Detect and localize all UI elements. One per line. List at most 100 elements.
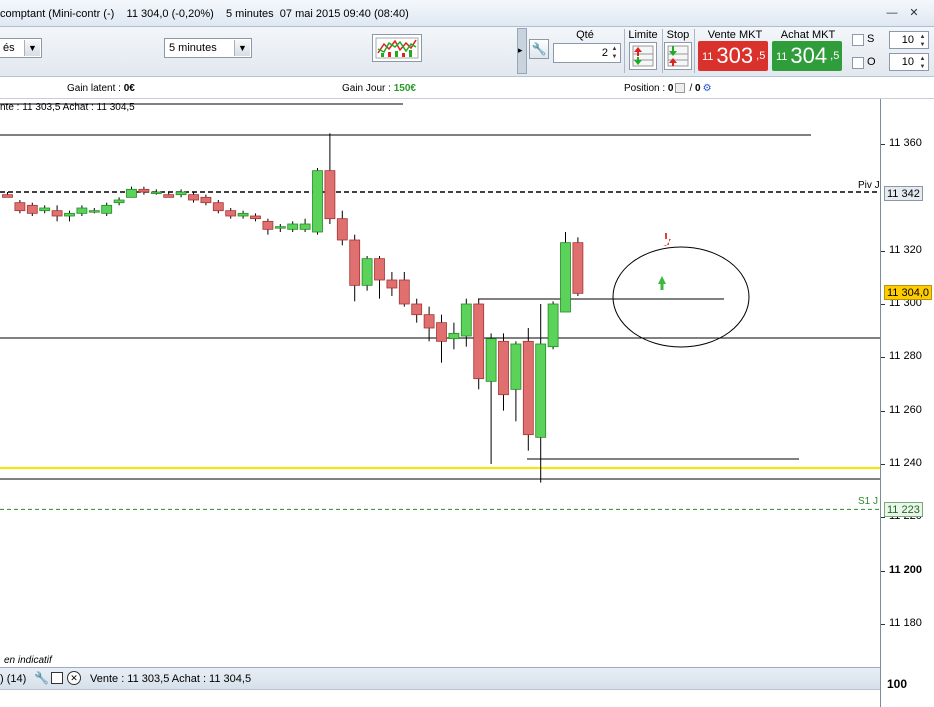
candle-body — [560, 242, 571, 313]
instrument-select-value: és — [3, 42, 15, 54]
latent-gain-label: Gain latent : — [67, 83, 124, 94]
price-axis-tick-mark — [881, 464, 885, 465]
chevron-down-icon: ▼ — [24, 40, 40, 56]
position-info: Position : 0/ 0 ⚙ — [624, 83, 712, 94]
divider — [624, 29, 625, 73]
price-axis-tick-mark — [881, 410, 885, 412]
price-axis-tick-mark — [881, 144, 885, 145]
instrument-select[interactable]: és ▼ — [0, 38, 42, 58]
day-gain: Gain Jour : 150€ — [342, 83, 416, 94]
price-axis: 11 360 11 320 11 300 11 280 11 260 11 240 11 2… — [880, 99, 934, 667]
candle-body — [274, 226, 286, 229]
sell-price-decimal: ,5 — [756, 50, 766, 62]
latent-gain-value: 0€ — [123, 83, 135, 94]
candle-body — [64, 212, 75, 217]
candle-body — [14, 202, 26, 212]
price-axis-tick: 11 360 — [889, 137, 922, 149]
gain-info-bar: Gain latent : 0€ Gain Jour : 150€ Positi… — [0, 77, 934, 99]
objective-distance-input[interactable]: 10 ▲ ▼ — [889, 53, 929, 71]
minimize-icon[interactable]: — — [885, 7, 899, 19]
bottom-quote: Vente : 11 303,5 Achat : 11 304,5 — [90, 673, 252, 685]
candle-body — [212, 202, 224, 212]
price-axis-tick-mark — [881, 517, 885, 519]
position-details-icon[interactable] — [675, 83, 686, 94]
price-axis-tick-mark — [881, 570, 885, 572]
highlight-ellipse — [612, 246, 750, 348]
indicator-axis-tick: 100 — [887, 677, 908, 691]
position-value: 0 — [667, 83, 674, 94]
limit-order-button[interactable] — [629, 42, 657, 70]
chevron-down-icon: ▼ — [234, 40, 250, 56]
chart-top-quote: nte : 11 303,5 Achat : 11 304,5 — [0, 102, 135, 113]
stop-spinner-icon[interactable]: ▲ ▼ — [918, 33, 927, 49]
candle-body — [336, 218, 348, 241]
candle-body — [138, 188, 150, 193]
day-gain-label: Gain Jour : — [342, 83, 394, 94]
stop-order-button[interactable] — [664, 42, 692, 70]
sell-signal-arrow-icon — [663, 233, 671, 246]
candle-body — [547, 303, 559, 348]
close-icon[interactable]: ✕ — [907, 7, 921, 19]
candle-body — [473, 303, 485, 380]
sell-price-prefix: 11 — [702, 51, 714, 64]
price-axis-tick: 11 180 — [889, 617, 922, 629]
qty-spinner-icon[interactable]: ▲ ▼ — [610, 45, 619, 61]
sell-market-button[interactable]: 11 303,5 — [698, 41, 768, 71]
qty-input[interactable]: 2 ▲ ▼ — [553, 43, 621, 63]
divider — [662, 29, 663, 73]
candle-body — [423, 314, 435, 329]
buy-market-button[interactable]: 11 304,5 — [772, 41, 842, 71]
indicator-chart-icon — [375, 37, 419, 59]
stop-checkbox-label: S — [867, 33, 875, 45]
candle-body — [126, 188, 137, 198]
sell-price-main: 303 — [716, 43, 754, 68]
candle-body — [460, 303, 472, 337]
candle-body — [349, 239, 361, 286]
indicator-pane[interactable] — [0, 690, 880, 707]
indicator-bar: ) (14) 🔧 ✕ Vente : 11 303,5 Achat : 11 3… — [0, 667, 880, 690]
stop-label: Stop — [666, 29, 690, 41]
close-icon[interactable]: ✕ — [67, 671, 81, 685]
candle-body — [250, 215, 261, 220]
candle-body — [262, 220, 274, 230]
day-gain-value: 150€ — [393, 83, 416, 94]
objective-distance-value: 10 — [901, 56, 914, 68]
candle-body — [448, 332, 460, 340]
window-titlebar: comptant (Mini-contr (-) 11 304,0 (-0,20… — [0, 0, 934, 27]
timeframe-select[interactable]: 5 minutes ▼ — [164, 38, 252, 58]
objective-checkbox[interactable] — [852, 57, 864, 69]
latent-gain: Gain latent : 0€ — [67, 83, 135, 94]
candle-body — [175, 191, 187, 196]
candlestick-chart[interactable] — [0, 99, 880, 667]
limit-label: Limite — [628, 29, 658, 41]
wrench-icon[interactable]: 🔧 — [529, 39, 549, 59]
order-panel-handle[interactable] — [517, 28, 527, 74]
timeframe-select-value: 5 minutes — [169, 42, 217, 54]
candle-body — [39, 207, 51, 212]
objective-spinner-icon[interactable]: ▲ ▼ — [918, 55, 927, 71]
price-chart[interactable]: nte : 11 303,5 Achat : 11 304,5 en indic… — [0, 99, 880, 667]
maximize-icon[interactable] — [51, 672, 63, 684]
price-axis-tick-mark — [881, 357, 885, 359]
candle-body — [522, 340, 534, 436]
pivot-price-tag: 11 342 — [884, 186, 923, 201]
stop-checkbox[interactable] — [852, 34, 864, 46]
stop-distance-input[interactable]: 10 ▲ ▼ — [889, 31, 929, 49]
chart-note: en indicatif — [4, 655, 52, 666]
candle-body — [150, 191, 162, 194]
candle-body — [535, 343, 547, 438]
candle-body — [163, 194, 175, 198]
last-price-tag: 11 304,0 — [884, 285, 933, 300]
indicators-button[interactable] — [372, 34, 422, 62]
limit-order-icon — [632, 45, 654, 67]
wrench-icon[interactable]: 🔧 — [34, 671, 49, 685]
candle-body — [485, 338, 497, 382]
buy-price-decimal: ,5 — [830, 50, 840, 62]
buy-signal-arrow-stem — [660, 284, 664, 290]
divider — [694, 29, 695, 73]
candle-body — [88, 210, 100, 213]
price-axis-tick: 11 240 — [889, 457, 922, 469]
gear-icon[interactable]: ⚙ — [703, 83, 712, 94]
candle-body — [237, 212, 249, 217]
candle-body — [572, 242, 584, 294]
